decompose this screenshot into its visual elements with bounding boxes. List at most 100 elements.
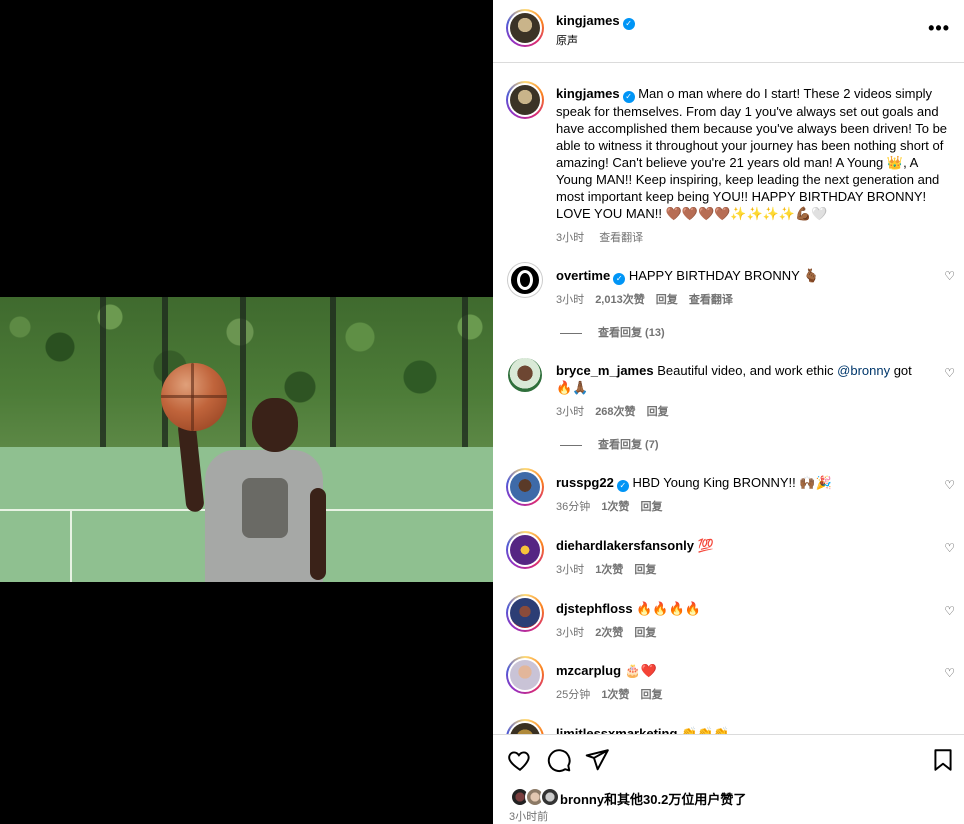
fence-post [330, 297, 336, 457]
comments-list[interactable]: kingjames ✓ Man o man where do I start! T… [493, 64, 964, 734]
replies-divider-line [560, 444, 582, 446]
replies-divider-line [560, 332, 582, 334]
comment-body: 👏👏👏 [681, 726, 730, 734]
comment-text: russpg22 ✓ HBD Young King BRONNY!! 🙌🏾🎉 [556, 474, 926, 492]
comment-text: bryce_m_james Beautiful video, and work … [556, 363, 912, 395]
post-actions-footer: bronny和其他30.2万位用户赞了 3小时前 [493, 734, 964, 824]
post-media[interactable] [0, 0, 493, 824]
comment-username[interactable]: diehardlakersfansonly [556, 538, 694, 553]
video-background-hedge [0, 297, 493, 457]
verified-icon: ✓ [622, 91, 635, 103]
caption-avatar[interactable] [506, 81, 544, 119]
video-subject-arm [310, 488, 326, 580]
comment-time: 3小时 [556, 294, 585, 306]
comment-body: Beautiful video, and work ethic [657, 363, 838, 378]
caption-meta: 3小时 查看翻译 [556, 229, 643, 245]
reply-button[interactable]: 回复 [634, 627, 656, 639]
shirt-graphic [242, 478, 288, 538]
comment-body: HAPPY BIRTHDAY BRONNY 🫰🏾 [628, 268, 820, 283]
like-heart-icon[interactable] [507, 747, 533, 773]
fence-post [100, 297, 106, 457]
reply-button[interactable]: 回复 [641, 689, 663, 701]
comment-time: 3小时 [556, 406, 585, 418]
comment-avatar[interactable] [506, 719, 544, 734]
comment-username[interactable]: overtime [556, 268, 610, 283]
comment-like-heart-icon[interactable]: ♡ [944, 541, 955, 555]
verified-icon: ✓ [613, 273, 626, 285]
comment-like-heart-icon[interactable]: ♡ [944, 478, 955, 492]
share-paper-plane-icon[interactable] [584, 747, 610, 773]
comment-meta: 25分钟 1次赞 回复 [556, 686, 663, 702]
save-bookmark-icon[interactable] [930, 747, 956, 773]
view-replies-button[interactable]: 查看回复 (13) [560, 324, 665, 340]
comment-bubble-icon[interactable] [546, 747, 572, 773]
post-timestamp: 3小时前 [509, 811, 549, 823]
more-options-icon[interactable]: ••• [928, 19, 950, 37]
reply-button[interactable]: 回复 [634, 564, 656, 576]
comment-username[interactable]: russpg22 [556, 475, 614, 490]
comment-meta: 3小时 1次赞 回复 [556, 561, 656, 577]
comment-like-heart-icon[interactable]: ♡ [944, 366, 955, 380]
translate-link[interactable]: 查看翻译 [689, 294, 733, 306]
caption-time: 3小时 [556, 232, 585, 244]
liked-by-text[interactable]: bronny和其他30.2万位用户赞了 [560, 789, 746, 808]
comment-meta: 3小时 2,013次赞 回复 查看翻译 [556, 291, 733, 307]
comment-time: 25分钟 [556, 689, 591, 701]
comment-text: djstephfloss 🔥🔥🔥🔥 [556, 600, 926, 617]
post-header: kingjames ✓ 原声 ••• [493, 0, 964, 63]
fence-post [462, 297, 468, 457]
post-caption: kingjames ✓ Man o man where do I start! T… [556, 85, 952, 222]
comment-time: 36分钟 [556, 501, 591, 513]
comment-avatar[interactable] [506, 594, 544, 632]
mention-link[interactable]: @bronny [837, 363, 890, 378]
comment-body: 🎂❤️ [624, 663, 658, 678]
fence-post [240, 297, 246, 457]
comment-body: 💯 [697, 538, 714, 553]
comment-text: overtime ✓ HAPPY BIRTHDAY BRONNY 🫰🏾 [556, 267, 926, 285]
reply-button[interactable]: 回复 [656, 294, 678, 306]
comment-body: 🔥🔥🔥🔥 [636, 601, 701, 616]
comment-avatar[interactable] [506, 656, 544, 694]
comment-meta: 36分钟 1次赞 回复 [556, 498, 663, 514]
comment-username[interactable]: bryce_m_james [556, 363, 654, 378]
comment-meta: 3小时 2次赞 回复 [556, 624, 656, 640]
comment-avatar[interactable] [506, 356, 544, 394]
comment-time: 3小时 [556, 627, 585, 639]
caption-username[interactable]: kingjames [556, 86, 620, 101]
comment-meta: 3小时 268次赞 回复 [556, 403, 669, 419]
comment-time: 3小时 [556, 564, 585, 576]
comment-like-heart-icon[interactable]: ♡ [944, 269, 955, 283]
audio-label[interactable]: 原声 [556, 32, 578, 48]
comment-username[interactable]: djstephfloss [556, 601, 633, 616]
comment-avatar[interactable] [506, 261, 544, 299]
comment-body: HBD Young King BRONNY!! 🙌🏾🎉 [632, 475, 832, 490]
comment-likes-count[interactable]: 268次赞 [595, 406, 635, 418]
author-avatar[interactable] [506, 9, 544, 47]
video-subject-head [252, 398, 298, 452]
comment-text: diehardlakersfansonly 💯 [556, 537, 926, 554]
court-line [70, 509, 72, 582]
verified-icon: ✓ [622, 18, 635, 30]
comment-avatar[interactable] [506, 468, 544, 506]
author-username[interactable]: kingjames [556, 13, 620, 28]
comment-likes-count[interactable]: 2次赞 [595, 627, 623, 639]
reply-button[interactable]: 回复 [647, 406, 669, 418]
comment-username[interactable]: mzcarplug [556, 663, 621, 678]
comment-username[interactable]: limitlessxmarketing [556, 726, 677, 734]
caption-translate-link[interactable]: 查看翻译 [599, 232, 643, 244]
post-side-panel: kingjames ✓ 原声 ••• kingjames ✓ Man o man w… [493, 0, 964, 824]
comment-avatar[interactable] [506, 531, 544, 569]
reply-button[interactable]: 回复 [641, 501, 663, 513]
comment-like-heart-icon[interactable]: ♡ [944, 666, 955, 680]
comment-likes-count[interactable]: 1次赞 [601, 689, 629, 701]
caption-body: Man o man where do I start! These 2 vide… [556, 86, 948, 221]
comment-likes-count[interactable]: 2,013次赞 [595, 294, 645, 306]
comment-likes-count[interactable]: 1次赞 [595, 564, 623, 576]
comment-text: mzcarplug 🎂❤️ [556, 662, 926, 679]
basketball [161, 363, 227, 431]
verified-icon: ✓ [616, 480, 629, 492]
comment-likes-count[interactable]: 1次赞 [601, 501, 629, 513]
view-replies-button[interactable]: 查看回复 (7) [560, 436, 659, 452]
comment-like-heart-icon[interactable]: ♡ [944, 604, 955, 618]
comment-text: limitlessxmarketing 👏👏👏 [556, 725, 926, 734]
